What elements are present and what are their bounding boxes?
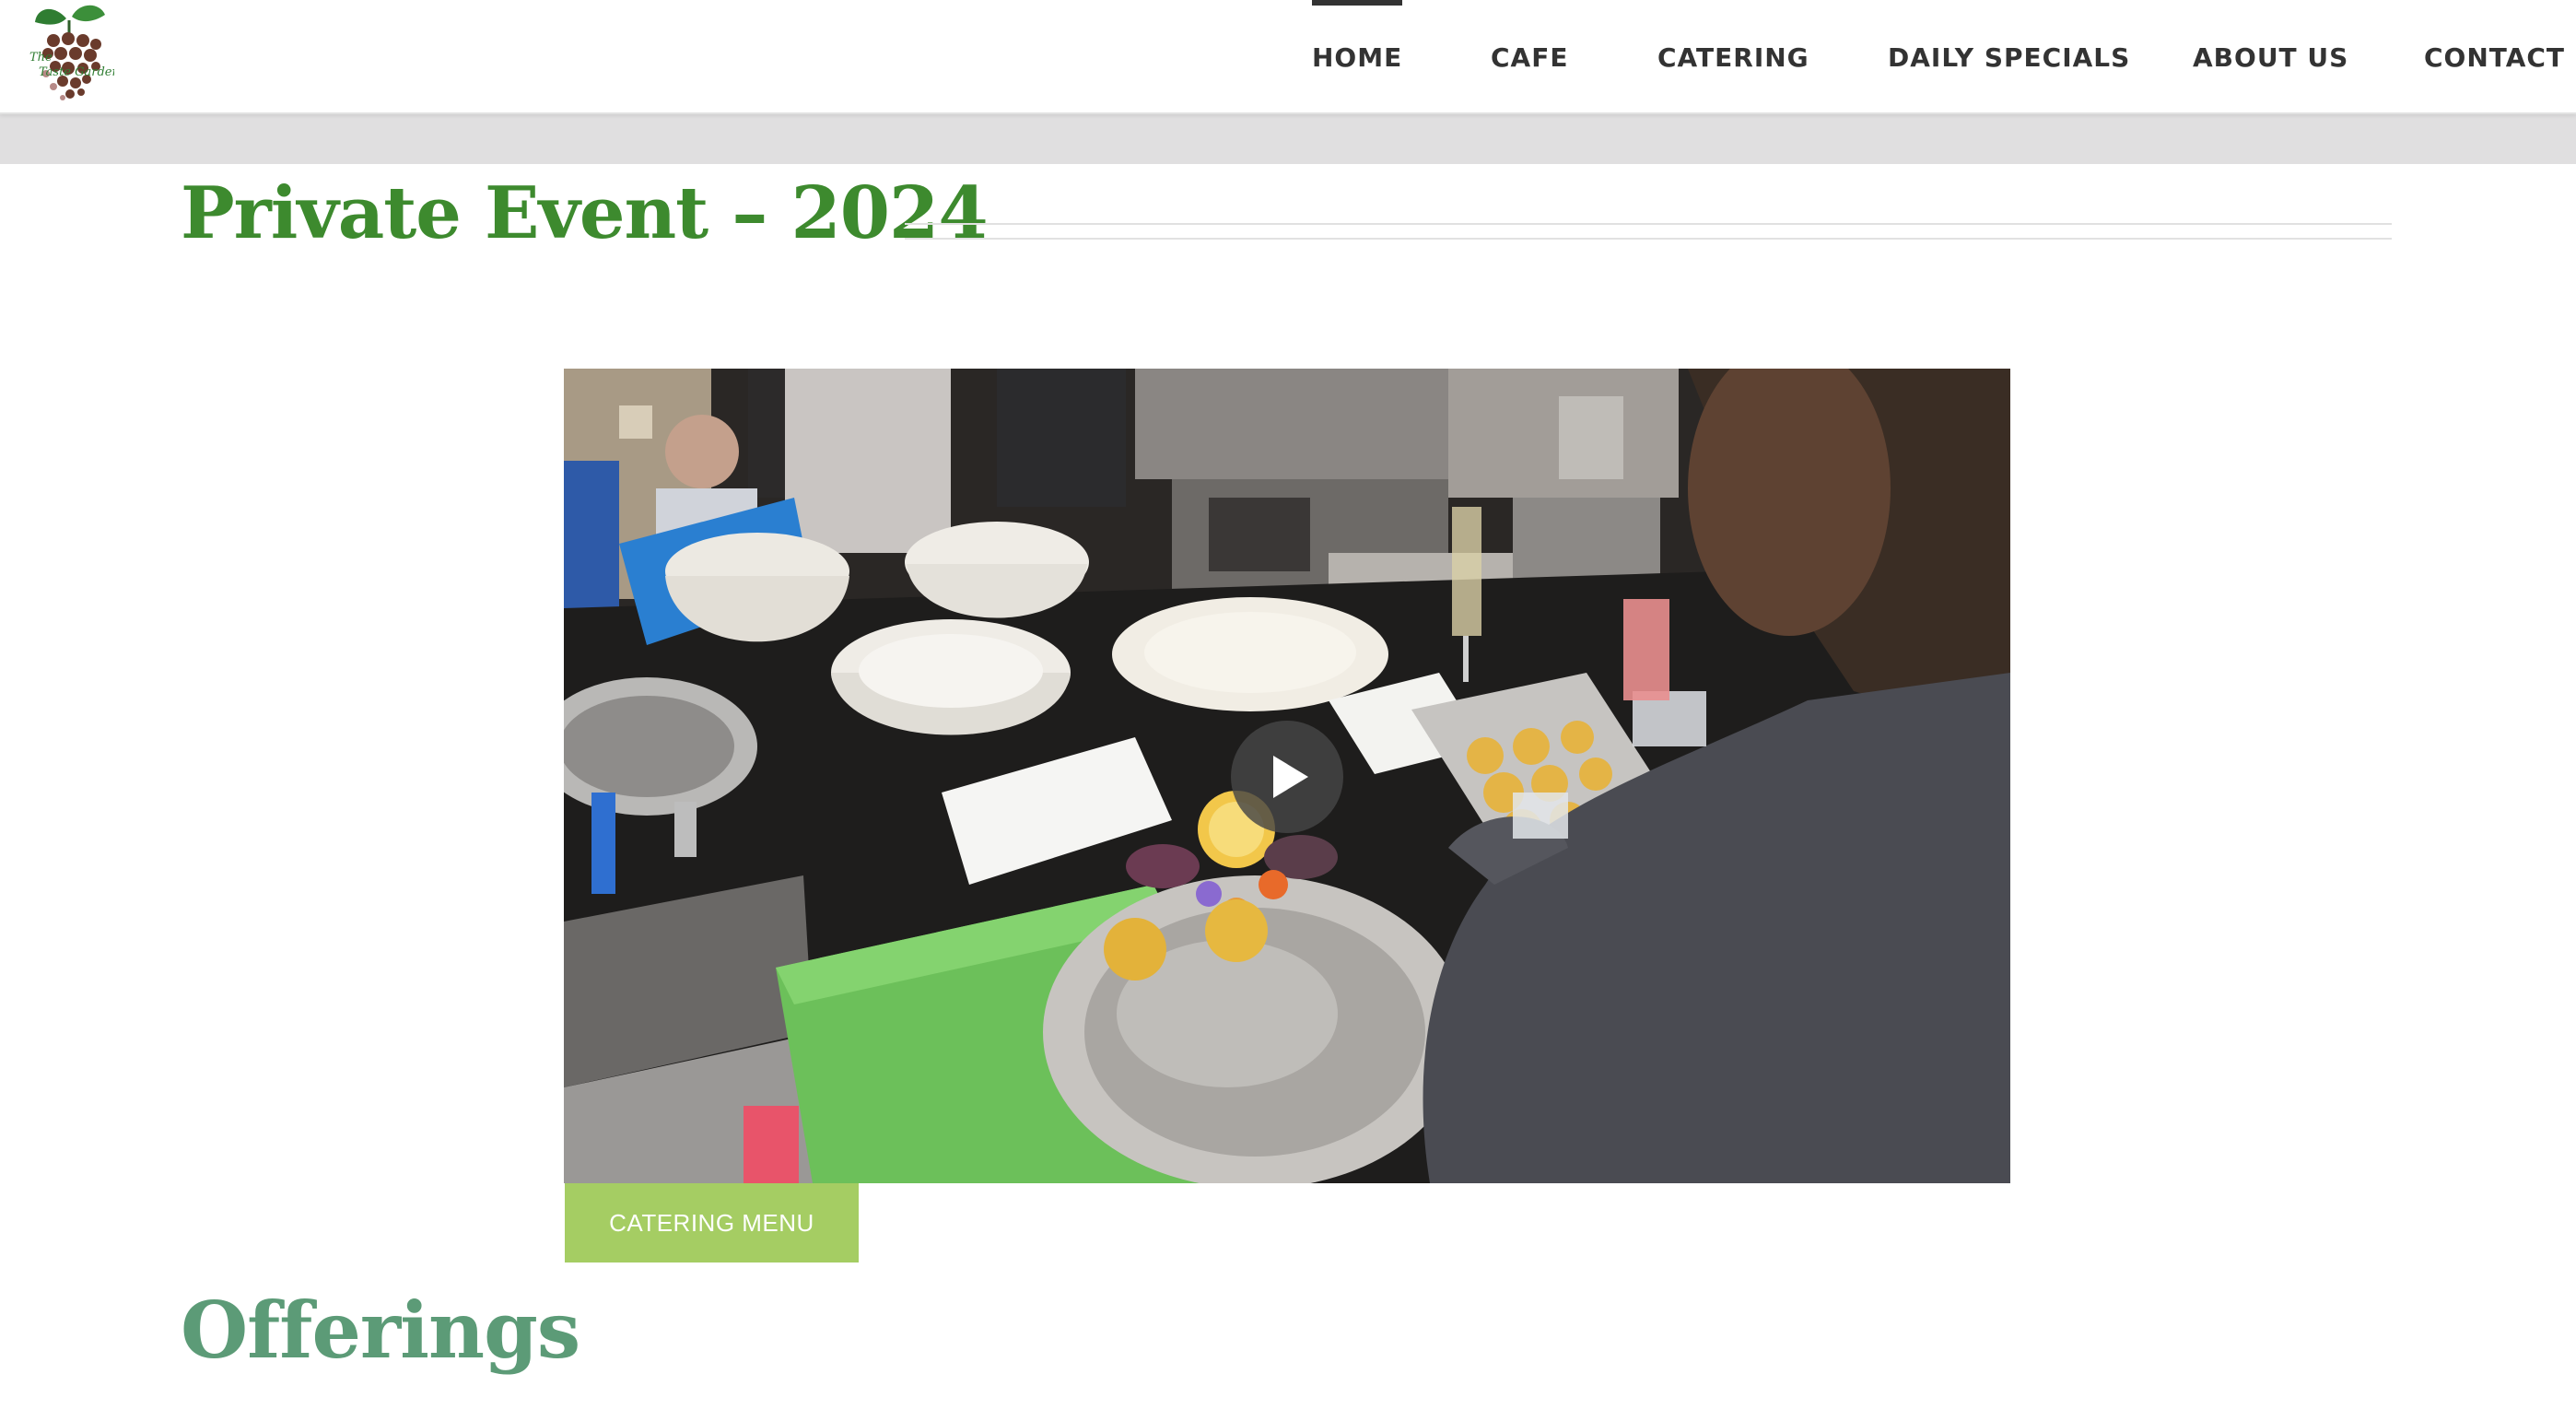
nav-home[interactable]: HOME	[1312, 0, 1403, 114]
main-nav: HOME CAFE CATERING DAILY SPECIALS ABOUT …	[0, 0, 2576, 114]
nav-daily-specials[interactable]: DAILY SPECIALS	[1888, 0, 2130, 114]
nav-about-us-label: ABOUT US	[2193, 41, 2349, 73]
catering-menu-button[interactable]: CATERING MENU	[565, 1183, 859, 1262]
nav-cafe[interactable]: CAFE	[1491, 0, 1568, 114]
page-title-bar	[0, 114, 2576, 164]
nav-catering[interactable]: CATERING	[1657, 0, 1809, 114]
site-header: The Taste Garden HOME CAFE CATERING DAIL…	[0, 0, 2576, 114]
catering-menu-button-label: CATERING MENU	[609, 1208, 814, 1237]
page-title: Private Event – 2024	[181, 171, 989, 255]
nav-home-label: HOME	[1312, 41, 1403, 73]
offerings-heading: Offerings	[181, 1285, 580, 1376]
nav-about-us[interactable]: ABOUT US	[2193, 0, 2348, 114]
play-icon	[1273, 756, 1308, 798]
title-separator	[905, 223, 2392, 240]
nav-contact[interactable]: CONTACT	[2424, 0, 2565, 114]
nav-contact-label: CONTACT	[2424, 41, 2566, 73]
nav-cafe-label: CAFE	[1491, 41, 1569, 73]
video-play-button[interactable]	[1231, 721, 1343, 833]
nav-daily-specials-label: DAILY SPECIALS	[1888, 41, 2131, 73]
nav-catering-label: CATERING	[1657, 41, 1809, 73]
